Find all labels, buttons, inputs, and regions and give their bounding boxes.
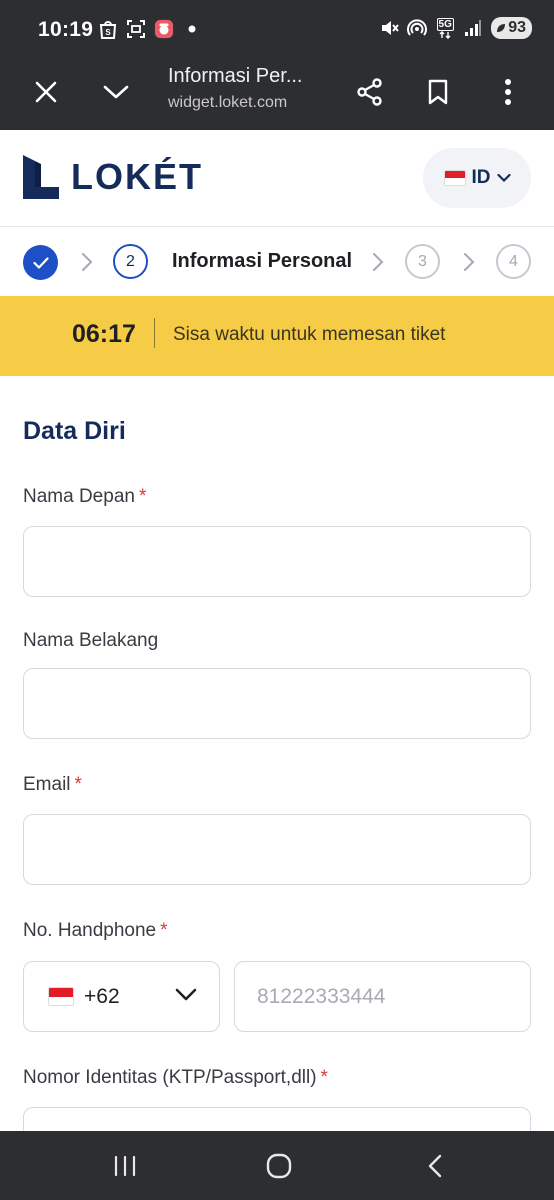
home-icon [266, 1153, 292, 1179]
indonesia-flag-icon [48, 987, 74, 1006]
step-4-number: 4 [496, 244, 531, 279]
home-button[interactable] [262, 1149, 296, 1183]
chevron-down-icon [496, 173, 511, 183]
required-mark: * [138, 486, 147, 507]
step-1-done [23, 245, 58, 280]
more-vert-icon [505, 79, 511, 105]
share-icon [357, 78, 382, 106]
status-right-icons: 5G 93 [379, 17, 532, 39]
mute-icon [379, 17, 399, 39]
chevron-right-icon [82, 253, 93, 271]
indonesia-flag-icon [443, 170, 466, 186]
minimize-tab-button[interactable] [94, 70, 138, 114]
countdown-banner: 06:17 Sisa waktu untuk memesan tiket [0, 296, 554, 376]
network-label: 5G [436, 17, 454, 31]
close-icon [35, 81, 57, 103]
last-name-input[interactable] [24, 669, 530, 738]
first-name-label: Nama Depan * [23, 486, 146, 508]
email-label: Email * [23, 774, 82, 796]
status-bar: 10:19 S 5G 93 [0, 0, 554, 56]
loket-logo[interactable]: LOKÉT [23, 155, 203, 199]
site-header: LOKÉT ID [0, 130, 554, 227]
page-url[interactable]: widget.loket.com [168, 94, 287, 112]
battery-level: 93 [508, 19, 526, 36]
required-mark: * [320, 1067, 328, 1088]
phone-label-text: No. Handphone [23, 920, 157, 941]
phone-field[interactable] [234, 961, 531, 1032]
signal-icon [463, 17, 483, 39]
identity-label-text: Nomor Identitas (KTP/Passport,dll) [23, 1067, 317, 1088]
hotspot-icon [407, 17, 428, 39]
screenshot-icon [126, 18, 146, 40]
battery-saver-icon [497, 24, 506, 32]
back-button[interactable] [418, 1149, 452, 1183]
share-button[interactable] [348, 70, 392, 114]
step-2-number: 2 [113, 244, 148, 279]
phone-input[interactable] [235, 962, 530, 1031]
browser-toolbar: Informasi Per... widget.loket.com [0, 56, 554, 130]
battery-indicator: 93 [491, 17, 532, 39]
close-tab-button[interactable] [24, 70, 68, 114]
step-3-number: 3 [405, 244, 440, 279]
status-left-icons: S [98, 18, 202, 40]
country-code-select[interactable]: +62 [23, 961, 220, 1032]
section-title: Data Diri [23, 417, 126, 445]
first-name-field[interactable] [23, 526, 531, 597]
email-input[interactable] [24, 815, 530, 884]
country-code-value: +62 [84, 984, 120, 1008]
language-code: ID [471, 167, 491, 188]
chevron-right-icon [464, 253, 475, 271]
network-5g-icon: 5G [435, 17, 455, 39]
system-navigation-bar [0, 1131, 554, 1200]
chevron-down-icon [103, 85, 129, 99]
email-label-text: Email [23, 774, 71, 795]
divider [154, 318, 155, 348]
back-icon [428, 1154, 442, 1178]
status-time: 10:19 [38, 18, 94, 41]
shopee-icon: S [98, 18, 118, 40]
required-mark: * [74, 774, 82, 795]
chevron-right-icon [373, 253, 384, 271]
more-options-button[interactable] [486, 70, 530, 114]
page-title[interactable]: Informasi Per... [168, 65, 303, 88]
last-name-field[interactable] [23, 668, 531, 739]
dot-icon [182, 18, 202, 40]
identity-label: Nomor Identitas (KTP/Passport,dll) * [23, 1067, 328, 1089]
countdown-text: Sisa waktu untuk memesan tiket [173, 324, 446, 345]
language-selector[interactable]: ID [423, 148, 531, 208]
bookmark-button[interactable] [416, 70, 460, 114]
recent-apps-button[interactable] [108, 1149, 142, 1183]
svg-text:S: S [105, 28, 111, 37]
check-icon [32, 256, 49, 269]
first-name-input[interactable] [24, 527, 530, 596]
email-field[interactable] [23, 814, 531, 885]
loket-logo-mark [23, 155, 59, 199]
last-name-label: Nama Belakang [23, 630, 159, 651]
app-notification-icon [154, 18, 174, 40]
phone-label: No. Handphone * [23, 920, 168, 942]
chevron-down-icon [175, 988, 197, 1001]
recent-apps-icon [114, 1155, 136, 1177]
bookmark-icon [428, 79, 448, 105]
logo-text: LOKÉT [71, 156, 203, 197]
checkout-stepper: 2 Informasi Personal 3 4 [0, 227, 554, 296]
countdown-value: 06:17 [72, 320, 136, 348]
step-2-label: Informasi Personal [172, 250, 353, 272]
required-mark: * [160, 920, 168, 941]
first-name-label-text: Nama Depan [23, 486, 135, 507]
